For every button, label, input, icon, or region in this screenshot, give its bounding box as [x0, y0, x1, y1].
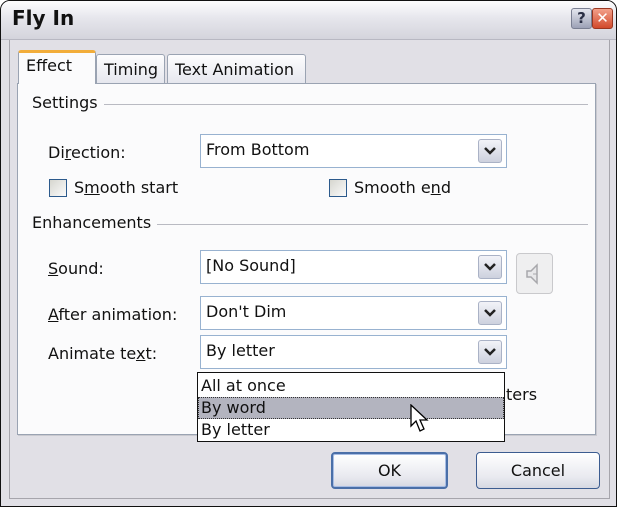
speaker-icon	[526, 263, 538, 285]
dialog-title: Fly In	[12, 6, 75, 30]
close-icon: ✕	[596, 9, 609, 27]
enhancements-group-label: Enhancements	[32, 213, 158, 232]
animate-text-value: By letter	[206, 341, 275, 360]
tab-timing[interactable]: Timing	[96, 54, 165, 83]
tab-effect-label: Effect	[26, 56, 73, 75]
smooth-end-checkbox[interactable]	[329, 179, 347, 197]
smooth-start-label: Smooth start	[74, 178, 179, 197]
tab-timing-label: Timing	[104, 60, 159, 79]
animate-text-label: Animate text:	[48, 344, 158, 363]
sound-dropdown-button[interactable]	[478, 255, 502, 279]
after-animation-label: After animation:	[48, 305, 178, 324]
smooth-start-checkbox[interactable]	[49, 179, 67, 197]
chevron-down-icon	[484, 309, 496, 317]
fly-in-dialog: Fly In ? ✕ Effect Timing Text Animation …	[0, 0, 617, 507]
dropdown-option-by-letter[interactable]: By letter	[198, 419, 504, 441]
mouse-pointer-icon	[410, 404, 429, 432]
chevron-down-icon	[484, 263, 496, 271]
chevron-down-icon	[484, 348, 496, 356]
chevron-down-icon	[484, 147, 496, 155]
sound-label: Sound:	[48, 259, 104, 278]
animate-text-dropdown-button[interactable]	[478, 340, 502, 364]
tab-effect[interactable]: Effect	[18, 50, 96, 84]
after-animation-select[interactable]: Don't Dim	[200, 296, 507, 330]
tab-text-animation[interactable]: Text Animation	[167, 54, 306, 83]
dropdown-option-by-word[interactable]: By word	[198, 397, 504, 419]
direction-value: From Bottom	[206, 140, 310, 159]
direction-dropdown-button[interactable]	[478, 139, 502, 163]
close-button[interactable]: ✕	[592, 8, 613, 29]
cancel-button[interactable]: Cancel	[476, 452, 600, 489]
sound-select[interactable]: [No Sound]	[200, 250, 507, 284]
direction-label: Direction:	[48, 143, 126, 162]
title-bar[interactable]: Fly In ? ✕	[1, 1, 616, 40]
smooth-end-label: Smooth end	[354, 178, 451, 197]
sound-preview-button[interactable]	[516, 253, 553, 294]
animate-text-dropdown-list: All at once By word By letter	[197, 372, 505, 442]
sound-value: [No Sound]	[206, 256, 296, 275]
animate-text-select[interactable]: By letter	[200, 335, 507, 369]
after-animation-dropdown-button[interactable]	[478, 301, 502, 325]
help-button[interactable]: ?	[571, 8, 592, 29]
ok-button[interactable]: OK	[331, 452, 448, 489]
settings-group-label: Settings	[32, 93, 104, 112]
direction-select[interactable]: From Bottom	[200, 134, 507, 168]
tab-text-animation-label: Text Animation	[175, 60, 295, 79]
help-icon: ?	[577, 9, 586, 27]
partially-hidden-label: ters	[506, 385, 538, 404]
dropdown-option-all-at-once[interactable]: All at once	[198, 375, 504, 397]
settings-divider	[32, 104, 588, 105]
after-animation-value: Don't Dim	[206, 302, 287, 321]
